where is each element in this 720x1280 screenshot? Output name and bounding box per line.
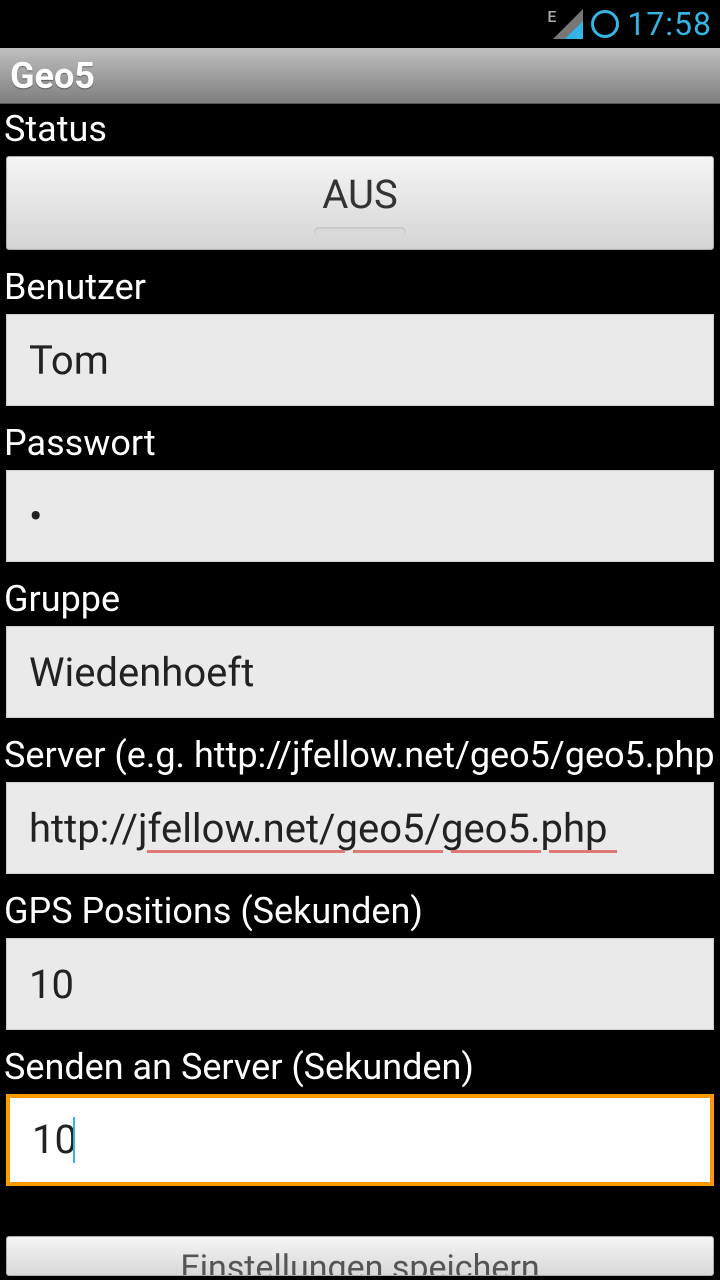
status-label: Status <box>2 104 718 156</box>
user-field[interactable]: Tom <box>6 314 714 406</box>
server-label: Server (e.g. http://jfellow.net/geo5/geo… <box>2 730 718 782</box>
app-title: Geo5 <box>10 55 95 97</box>
send-interval-field[interactable]: 10 <box>6 1094 714 1186</box>
send-label: Senden an Server (Sekunden) <box>2 1042 718 1094</box>
clock: 17:58 <box>627 5 712 43</box>
user-label: Benutzer <box>2 262 718 314</box>
password-field[interactable]: • <box>6 470 714 562</box>
toggle-indicator <box>314 227 406 237</box>
group-field[interactable]: Wiedenhoeft <box>6 626 714 718</box>
server-field[interactable]: http://jfellow.net/geo5/geo5.php <box>6 782 714 874</box>
gps-interval-field[interactable]: 10 <box>6 938 714 1030</box>
gps-label: GPS Positions (Sekunden) <box>2 886 718 938</box>
status-toggle-text: AUS <box>7 171 713 218</box>
save-settings-button[interactable]: Einstellungen speichern <box>6 1236 714 1276</box>
send-value-text: 10 <box>32 1116 77 1163</box>
settings-form: Status AUS Benutzer Tom Passwort • Grupp… <box>0 104 720 1276</box>
signal-icon: E <box>549 9 583 39</box>
app-title-bar: Geo5 <box>0 48 720 104</box>
android-status-bar: E 17:58 <box>0 0 720 48</box>
status-toggle[interactable]: AUS <box>6 156 714 250</box>
text-cursor <box>73 1117 75 1163</box>
group-label: Gruppe <box>2 574 718 626</box>
password-label: Passwort <box>2 418 718 470</box>
server-value-text: http://jfellow.net/geo5/geo5.php <box>29 805 607 852</box>
sync-ring-icon <box>591 10 619 38</box>
